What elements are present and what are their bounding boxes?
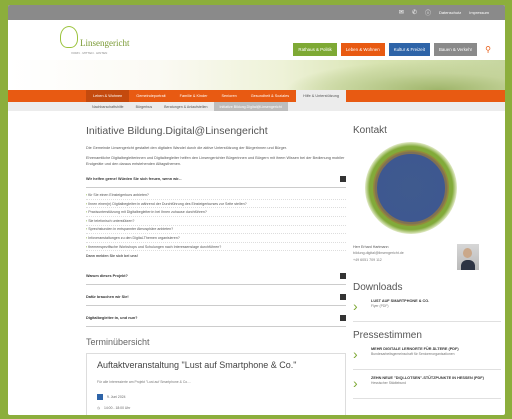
subnav-familie-kinder[interactable]: Familie & Kinder — [173, 90, 215, 102]
logo-tagline: VORN · MITTEN · HINTEN — [71, 51, 108, 55]
accordion-warum[interactable]: Warum dieses Projekt? — [86, 268, 346, 286]
pressestimmen-heading: Pressestimmen — [353, 330, 422, 341]
event-time-row: ◷ 14:00 - 18:00 Uhr — [97, 406, 337, 410]
logo-text: Linsengericht — [80, 38, 130, 48]
subnav2-initiative[interactable]: Initiative Bildung.Digital@Linsengericht — [213, 102, 288, 111]
kontakt-heading: Kontakt — [353, 125, 387, 136]
browser-frame: ✉ ✆ ⓘ Datenschutz Impressum Linsengerich… — [8, 5, 505, 415]
download-item[interactable]: › LUST AUF SMARTPHONE & CO. Flyer (PDF) — [353, 299, 501, 322]
main-navigation: Rathaus & Politik Leben & Wohnen Kultur … — [293, 43, 491, 56]
initiative-badge-logo — [365, 142, 457, 234]
section-subnav: Leben & Wohnen Gemeindeportrait Familie … — [8, 90, 505, 102]
sidebar: Kontakt Herr Erhard Hartmann bildung.dig… — [353, 125, 501, 405]
list-item: Sie telefonisch unterstützen? — [86, 217, 346, 226]
subnav2-beratungen[interactable]: Beratungen & Anlaufstellen — [158, 102, 213, 111]
press-item[interactable]: › ZEHN NEUE "DIQI-LOTSEN"-STÜTZPUNKTE IN… — [353, 376, 501, 399]
accordion-dafuer[interactable]: Dafür brauchen wir Sie! — [86, 289, 346, 307]
accordion-dafuer-label: Dafür brauchen wir Sie! — [86, 295, 129, 300]
help-bullet-list: für Sie einen Einsteigerkurs anbieten? I… — [86, 191, 346, 252]
event-title[interactable]: Auftaktveranstaltung "Lust auf Smartphon… — [97, 360, 337, 370]
event-date: 9. Juni 2024 — [107, 395, 126, 400]
phone-icon[interactable]: ✆ — [412, 9, 417, 16]
page-subnav: Nachbarschaftshilfe Bürgerbus Beratungen… — [8, 102, 505, 111]
event-time: 14:00 - 18:00 Uhr — [103, 406, 131, 411]
subnav-hilfe-unterstuetzung[interactable]: Hilfe & Unterstützung — [296, 90, 346, 102]
subnav2-nachbarschaftshilfe[interactable]: Nachbarschaftshilfe — [86, 102, 130, 111]
list-item: für Sie einen Einsteigerkurs anbieten? — [86, 191, 346, 200]
downloads-heading: Downloads — [353, 282, 403, 293]
mail-icon[interactable]: ✉ — [399, 9, 404, 16]
tree-logo-icon — [60, 26, 78, 48]
intro-paragraph-2: Ehrenamtliche Digitalbegleiterinnen und … — [86, 156, 345, 167]
calendar-icon — [97, 394, 103, 401]
subnav-gesundheit-soziales[interactable]: Gesundheit & Soziales — [244, 90, 296, 102]
site-logo[interactable]: Linsengericht — [60, 26, 129, 48]
list-item: themenspezifische Workshops und Schulung… — [86, 243, 346, 252]
call-to-action-text: Dann melden Sie sich bei uns! — [86, 254, 138, 259]
contact-phone[interactable]: +49 6051 709 112 — [353, 257, 404, 263]
event-description: Für alle Interessierte am Projekt "Lust … — [97, 380, 191, 385]
accordion-warum-label: Warum dieses Projekt? — [86, 274, 128, 279]
subnav-gemeindeportrait[interactable]: Gemeindeportrait — [129, 90, 172, 102]
press-subtitle: Bundesarbeitsgemeinschaft für Seniorenor… — [371, 352, 455, 357]
contact-card: Herr Erhard Hartmann bildung.digital@lin… — [353, 244, 501, 270]
top-utility-bar: ✉ ✆ ⓘ Datenschutz Impressum — [8, 5, 505, 20]
nav-leben-wohnen[interactable]: Leben & Wohnen — [340, 43, 385, 56]
chevron-right-icon: › — [353, 298, 358, 314]
clock-icon: ◷ — [97, 406, 100, 411]
list-item: Infoveranstaltungen zu den Digital-Theme… — [86, 234, 346, 243]
press-subtitle: Hessischer Städtebund — [371, 381, 407, 386]
accessibility-icon[interactable]: ⓘ — [425, 8, 431, 17]
expand-icon — [340, 273, 346, 280]
contact-photo — [457, 244, 479, 270]
collapse-icon — [340, 176, 346, 183]
impressum-link[interactable]: Impressum — [469, 10, 489, 15]
subnav-leben-wohnen[interactable]: Leben & Wohnen — [86, 90, 130, 102]
site-header: Linsengericht VORN · MITTEN · HINTEN Rat… — [8, 20, 505, 60]
nav-rathaus-politik[interactable]: Rathaus & Politik — [293, 43, 337, 56]
press-item[interactable]: › MEHR DIGITALE LERNORTE FÜR ÄLTERE (PDF… — [353, 347, 501, 370]
chevron-right-icon: › — [353, 346, 358, 362]
list-item: Praxisunterstützung mit Digitalbegleiter… — [86, 208, 346, 217]
main-content: Initiative Bildung.Digital@Linsengericht… — [86, 125, 346, 415]
subnav-senioren[interactable]: Senioren — [214, 90, 243, 102]
list-item: Sprechstunden in entspannter Atmosphäre … — [86, 226, 346, 235]
download-subtitle: Flyer (PDF) — [371, 304, 389, 309]
chevron-right-icon: › — [353, 375, 358, 391]
page-title: Initiative Bildung.Digital@Linsengericht — [86, 125, 268, 137]
expand-icon — [340, 315, 346, 322]
accordion-wir-helfen[interactable]: Wir helfen gerne! Würden Sie sich freuen… — [86, 171, 346, 189]
nav-kultur-freizeit[interactable]: Kultur & Freizeit — [388, 43, 430, 56]
search-icon[interactable]: ⚲ — [485, 45, 491, 54]
intro-paragraph-1: Die Gemeinde Linsengericht gestaltet den… — [86, 146, 288, 150]
terminuebersicht-heading: Terminübersicht — [86, 337, 150, 348]
expand-icon — [340, 294, 346, 301]
datenschutz-link[interactable]: Datenschutz — [439, 10, 461, 15]
subnav2-buergerbus[interactable]: Bürgerbus — [130, 102, 159, 111]
event-card[interactable]: Auftaktveranstaltung "Lust auf Smartphon… — [86, 353, 346, 415]
nav-bauen-verkehr[interactable]: Bauen & Verkehr — [433, 43, 478, 56]
contact-email[interactable]: bildung.digital@linsengericht.de — [353, 250, 404, 256]
list-item: Ihnen einen(n) Digitalbegleiter:in währe… — [86, 200, 346, 209]
event-date-row: 9. Juni 2024 — [97, 394, 337, 401]
hero-banner-image — [8, 60, 505, 90]
accordion-digitalbegleiter-label: Digitalbegleiter:in, und nun? — [86, 316, 138, 321]
accordion-digitalbegleiter[interactable]: Digitalbegleiter:in, und nun? — [86, 310, 346, 328]
accordion-wir-helfen-label: Wir helfen gerne! Würden Sie sich freuen… — [86, 177, 182, 182]
